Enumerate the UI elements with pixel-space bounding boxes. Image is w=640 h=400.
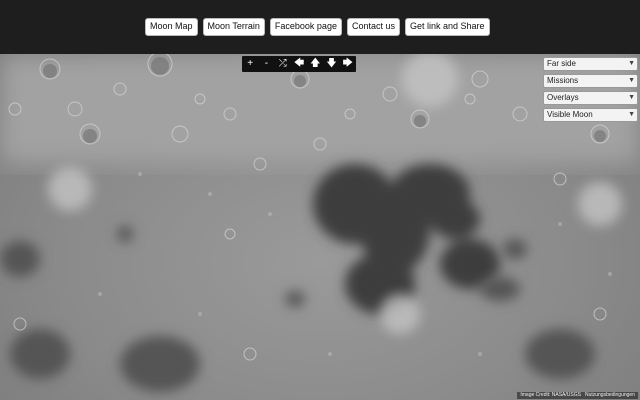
- moon-terrain-button[interactable]: Moon Terrain: [202, 18, 265, 36]
- pan-left-icon[interactable]: 🡄: [293, 58, 305, 70]
- facebook-page-button[interactable]: Facebook page: [269, 18, 342, 36]
- map-type-select-value: Visible Moon: [547, 110, 593, 119]
- layer-selectors: Far side ▼ Missions ▼ Overlays ▼ Visible…: [543, 57, 638, 125]
- image-credit: Image Credit: NASA/USGS: [520, 392, 581, 398]
- moon-map-button[interactable]: Moon Map: [145, 18, 198, 36]
- map-control-bar: + - ⤮ 🡄 🡅 🡇 🡆: [242, 56, 356, 72]
- pan-up-icon[interactable]: 🡅: [309, 58, 321, 70]
- overlays-select-value: Overlays: [547, 93, 579, 102]
- map-type-select[interactable]: Visible Moon ▼: [543, 108, 638, 122]
- pan-right-icon[interactable]: 🡆: [342, 58, 354, 70]
- map-attribution: Image Credit: NASA/USGS Nutzungsbedingun…: [517, 392, 638, 399]
- random-location-icon[interactable]: ⤮: [277, 58, 289, 70]
- pan-down-icon[interactable]: 🡇: [326, 58, 338, 70]
- top-navigation: Moon Map Moon Terrain Facebook page Cont…: [145, 18, 490, 36]
- contact-us-button[interactable]: Contact us: [346, 18, 400, 36]
- top-bar: Moon Map Moon Terrain Facebook page Cont…: [0, 0, 640, 54]
- zoom-out-button[interactable]: -: [260, 58, 272, 70]
- overlays-select[interactable]: Overlays ▼: [543, 91, 638, 105]
- terms-link[interactable]: Nutzungsbedingungen: [585, 392, 635, 399]
- side-select-value: Far side: [547, 59, 576, 68]
- get-link-share-button[interactable]: Get link and Share: [404, 18, 490, 36]
- chevron-down-icon: ▼: [628, 60, 635, 67]
- side-select[interactable]: Far side ▼: [543, 57, 638, 71]
- chevron-down-icon: ▼: [628, 94, 635, 101]
- zoom-in-button[interactable]: +: [244, 58, 256, 70]
- missions-select[interactable]: Missions ▼: [543, 74, 638, 88]
- chevron-down-icon: ▼: [628, 111, 635, 118]
- chevron-down-icon: ▼: [628, 77, 635, 84]
- missions-select-value: Missions: [547, 76, 579, 85]
